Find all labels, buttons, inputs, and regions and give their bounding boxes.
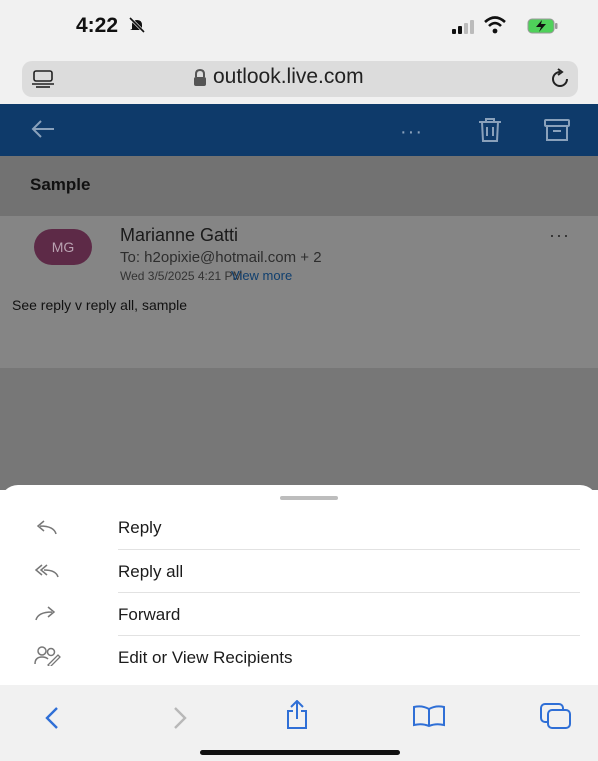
forward-option[interactable]: Forward bbox=[118, 605, 180, 625]
browser-back-icon[interactable] bbox=[44, 706, 60, 730]
home-indicator[interactable] bbox=[200, 750, 400, 755]
recipients-icon bbox=[34, 646, 61, 666]
reply-all-icon bbox=[34, 564, 59, 578]
trash-icon[interactable] bbox=[477, 117, 503, 143]
lock-icon bbox=[194, 69, 206, 86]
tabs-icon[interactable] bbox=[540, 703, 572, 729]
email-body: See reply v reply all, sample bbox=[12, 297, 188, 313]
reply-all-option[interactable]: Reply all bbox=[118, 562, 183, 582]
wifi-icon bbox=[484, 16, 506, 34]
reply-icon bbox=[36, 520, 57, 535]
message-more-icon[interactable]: ··· bbox=[549, 225, 570, 246]
forward-icon bbox=[35, 606, 56, 621]
sender-name: Marianne Gatti bbox=[120, 225, 239, 245]
reply-option[interactable]: Reply bbox=[118, 518, 161, 538]
divider bbox=[118, 549, 580, 550]
divider bbox=[118, 592, 580, 593]
sheet-grabber[interactable] bbox=[280, 496, 338, 500]
url-text[interactable]: outlook.live.com bbox=[213, 65, 364, 89]
action-sheet bbox=[0, 485, 598, 685]
status-time: 4:22 bbox=[76, 14, 119, 37]
bell-slash-icon bbox=[128, 17, 146, 33]
bookmarks-icon[interactable] bbox=[412, 704, 446, 728]
edit-recipients-option[interactable]: Edit or View Recipients bbox=[118, 648, 293, 668]
avatar: MG bbox=[34, 229, 92, 265]
more-options-icon[interactable]: ··· bbox=[400, 121, 423, 144]
divider bbox=[118, 635, 580, 636]
mail-header bbox=[0, 104, 598, 156]
browser-forward-icon[interactable] bbox=[172, 706, 188, 730]
archive-icon[interactable] bbox=[543, 118, 571, 142]
signal-icon bbox=[452, 20, 474, 34]
view-more-link[interactable]: View more bbox=[231, 268, 292, 283]
reload-icon[interactable] bbox=[549, 68, 571, 90]
reader-icon[interactable] bbox=[32, 70, 54, 88]
recipients-line: To: h2opixie@hotmail.com + 2 bbox=[120, 249, 322, 266]
email-subject: Sample bbox=[30, 175, 91, 194]
back-arrow-icon[interactable] bbox=[30, 118, 56, 140]
share-icon[interactable] bbox=[285, 700, 309, 730]
sent-date: Wed 3/5/2025 4:21 PM bbox=[120, 269, 243, 283]
battery-charging-icon bbox=[527, 18, 558, 34]
